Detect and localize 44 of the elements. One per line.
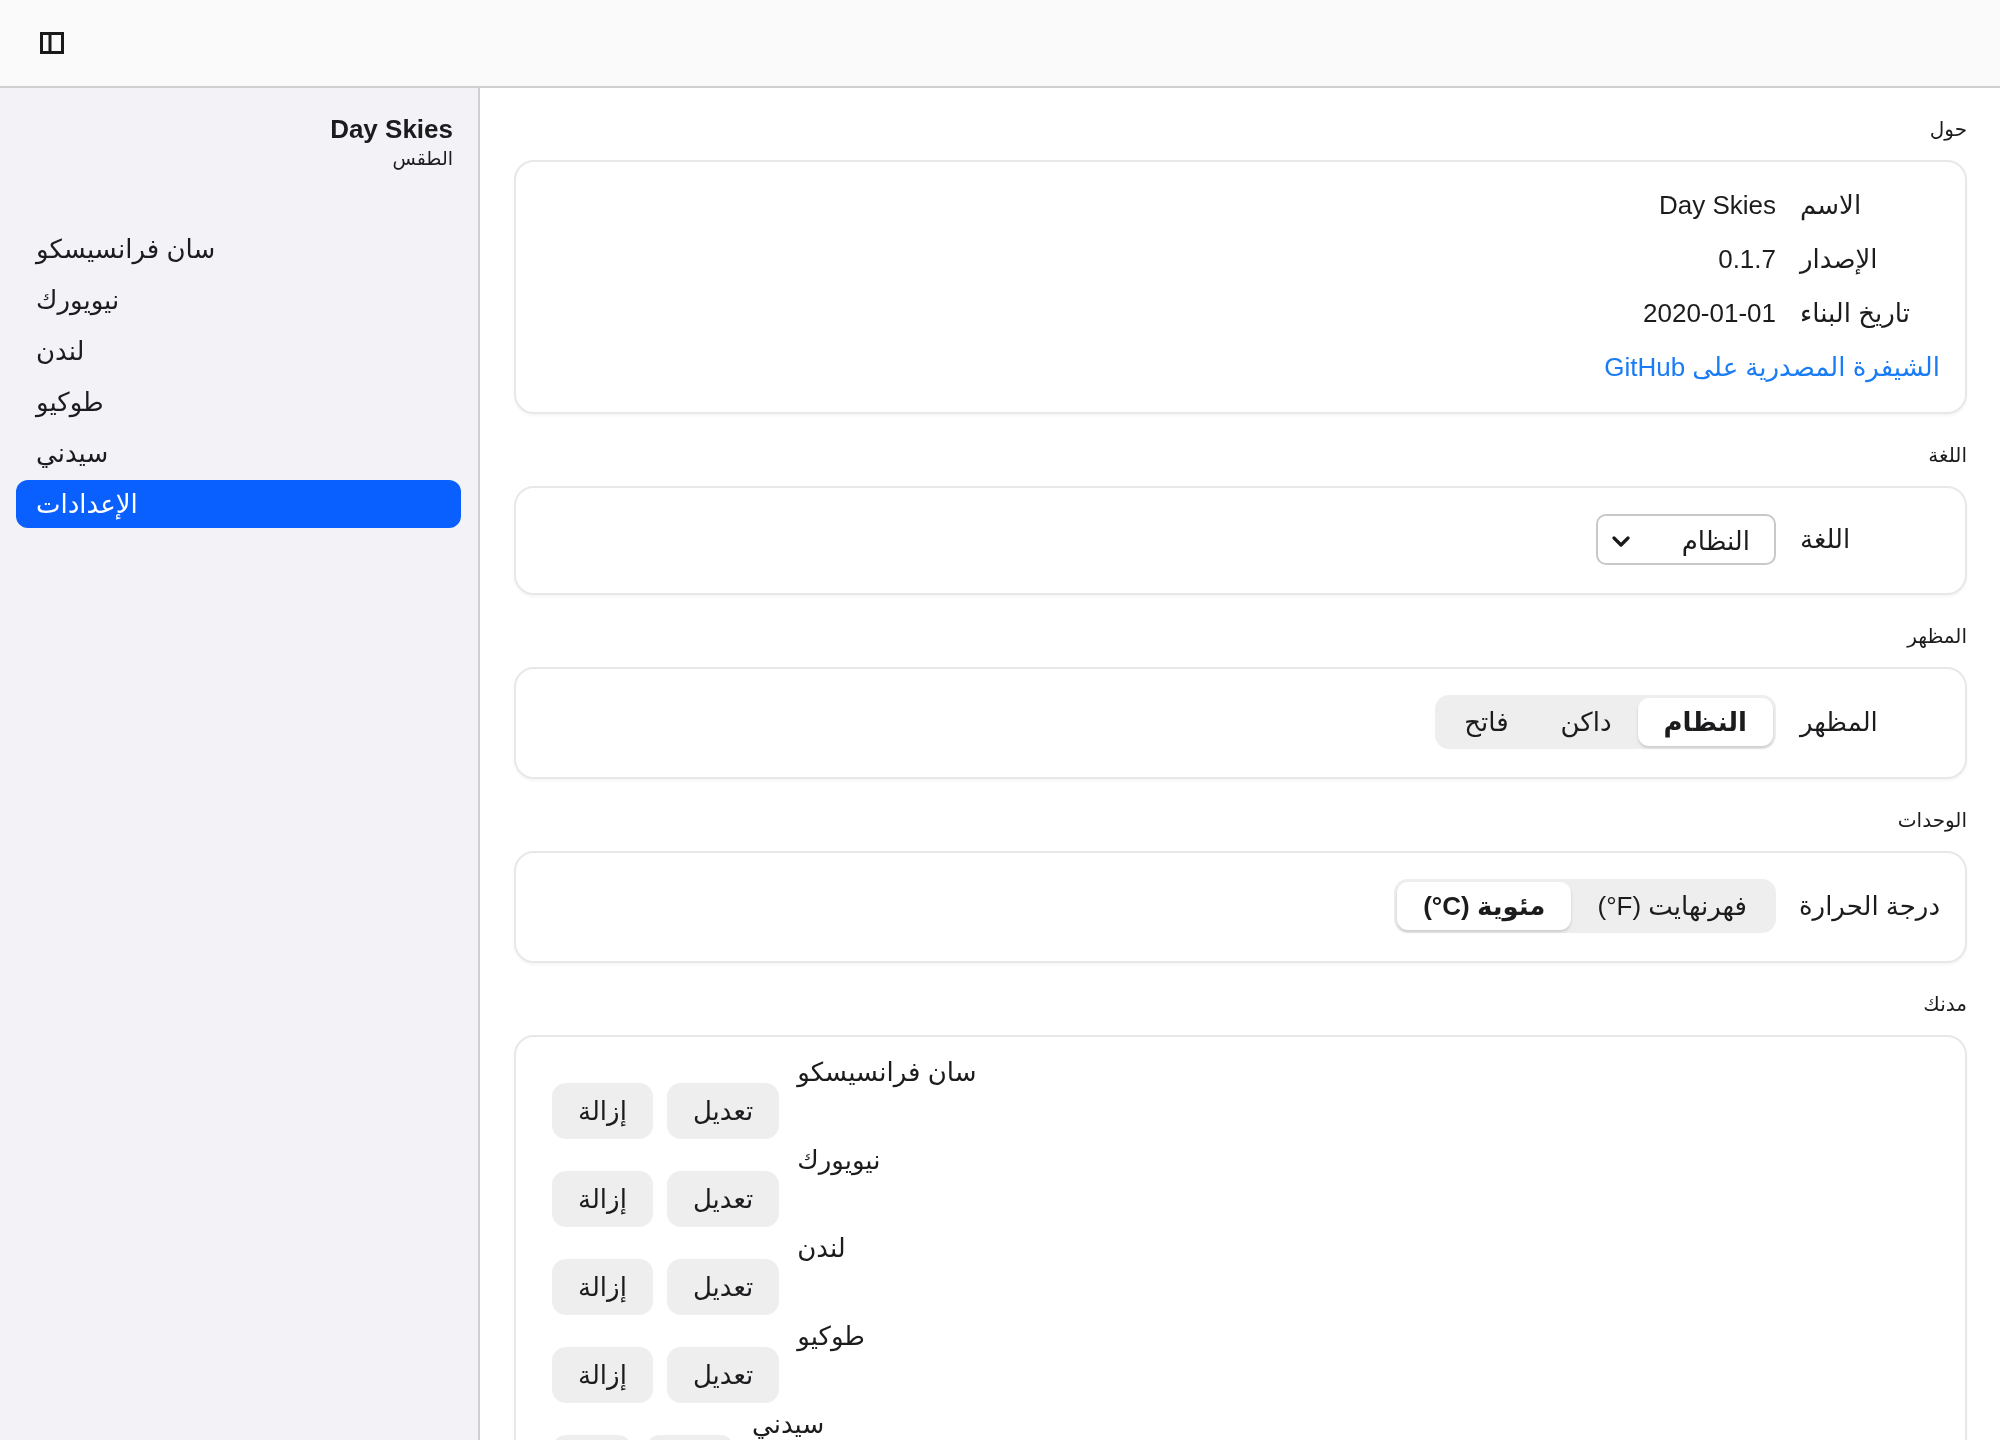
segment-option[interactable]: النظام [1637,698,1773,746]
sidebar-item[interactable]: طوكيو [16,378,461,426]
sidebar-item[interactable]: نيويورك [16,276,461,324]
remove-button[interactable]: إزالة [552,1347,653,1403]
field-value: 2020-01-01 [1643,297,1776,329]
section-heading: اللغة [1927,443,1967,468]
segment-option[interactable]: فهرنهايت (°F) [1571,882,1773,930]
city-name: سيدني [752,1409,825,1439]
field-value: Day Skies [1658,189,1776,221]
edit-button[interactable]: تعديل [666,1259,780,1315]
field-label: المظهر [1800,706,1879,738]
field-label: درجة الحرارة [1800,890,1940,922]
field-label: تاريخ البناء [1800,297,1911,329]
city-name: سان فرانسيسكو [797,1057,977,1087]
field-label: اللغة [1800,524,1852,555]
remove-button[interactable]: إزالة [552,1171,653,1227]
app-title: Day Skies [329,113,453,146]
remove-button[interactable]: إزالة [552,1083,653,1139]
sidebar-item[interactable]: سيدني [16,429,461,477]
field-value: 0.1.7 [1718,243,1776,275]
field-label: الإصدار [1800,243,1879,275]
section-heading: مدنك [1922,992,1967,1017]
chevron-down-icon [1612,535,1630,548]
city-name: طوكيو [797,1321,865,1351]
sidebar-item[interactable]: سان فرانسيسكو [16,225,461,273]
edit-button[interactable]: تعديل [666,1347,780,1403]
edit-button[interactable]: تعديل [666,1083,780,1139]
language-dropdown[interactable]: النظام [1596,514,1776,565]
remove-button[interactable]: إزالة [552,1259,653,1315]
segment-option[interactable]: فاتح [1438,698,1535,746]
city-name: نيويورك [797,1145,881,1175]
app-subtitle: الطقس [391,147,453,172]
section-heading: الوحدات [1896,808,1967,834]
segment-option[interactable]: داكن [1534,698,1638,746]
edit-button[interactable]: تعديل [666,1171,780,1227]
source-link[interactable]: الشيفرة المصدرية على GitHub [1604,351,1940,383]
city-name: لندن [797,1233,846,1263]
sidebar-toggle-icon[interactable] [40,32,64,54]
sidebar-item[interactable]: لندن [16,327,461,375]
section-heading: المظهر [1905,624,1967,650]
sidebar-item[interactable]: الإعدادات [16,480,461,528]
segment-option[interactable]: مئوية (°C) [1397,882,1572,930]
section-heading: حول [1928,117,1967,143]
field-label: الاسم [1800,189,1863,221]
